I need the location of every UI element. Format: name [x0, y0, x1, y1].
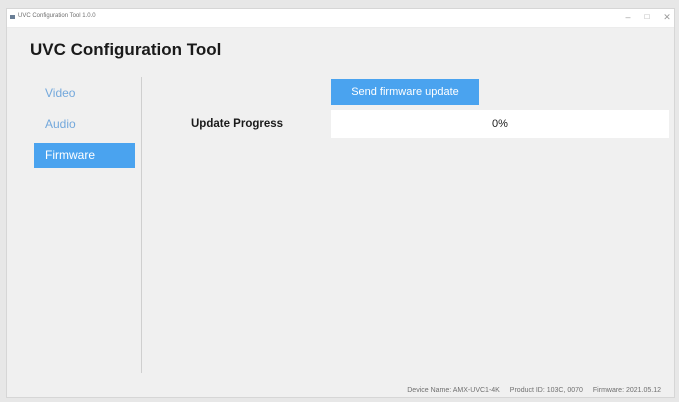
minimize-icon[interactable]: – [620, 11, 636, 23]
close-icon[interactable]: ✕ [659, 11, 675, 23]
window-title: UVC Configuration Tool 1.0.0 [18, 13, 96, 19]
title-bar[interactable]: UVC Configuration Tool 1.0.0 – □ ✕ [7, 9, 674, 28]
status-footer: Device Name: AMX-UVC1-4K Product ID: 103… [399, 387, 661, 394]
sidebar: Video Audio Firmware [34, 81, 135, 174]
app-icon [10, 15, 15, 19]
maximize-icon[interactable]: □ [639, 11, 655, 23]
page-title: UVC Configuration Tool [30, 40, 222, 59]
sidebar-item-firmware[interactable]: Firmware [34, 143, 135, 168]
sidebar-divider [141, 77, 142, 373]
sidebar-item-video[interactable]: Video [34, 81, 135, 106]
update-progress-label: Update Progress [191, 118, 284, 130]
update-progress-bar: 0% [331, 110, 669, 138]
progress-percent: 0% [492, 118, 508, 130]
app-window: UVC Configuration Tool 1.0.0 – □ ✕ UVC C… [6, 8, 675, 398]
sidebar-item-audio[interactable]: Audio [34, 112, 135, 137]
firmware-version-text: Firmware: 2021.05.12 [592, 387, 661, 394]
product-id-text: Product ID: 103C, 0070 [509, 387, 583, 394]
send-firmware-update-button[interactable]: Send firmware update [331, 79, 479, 105]
device-name-text: Device Name: AMX-UVC1-4K [407, 387, 500, 394]
